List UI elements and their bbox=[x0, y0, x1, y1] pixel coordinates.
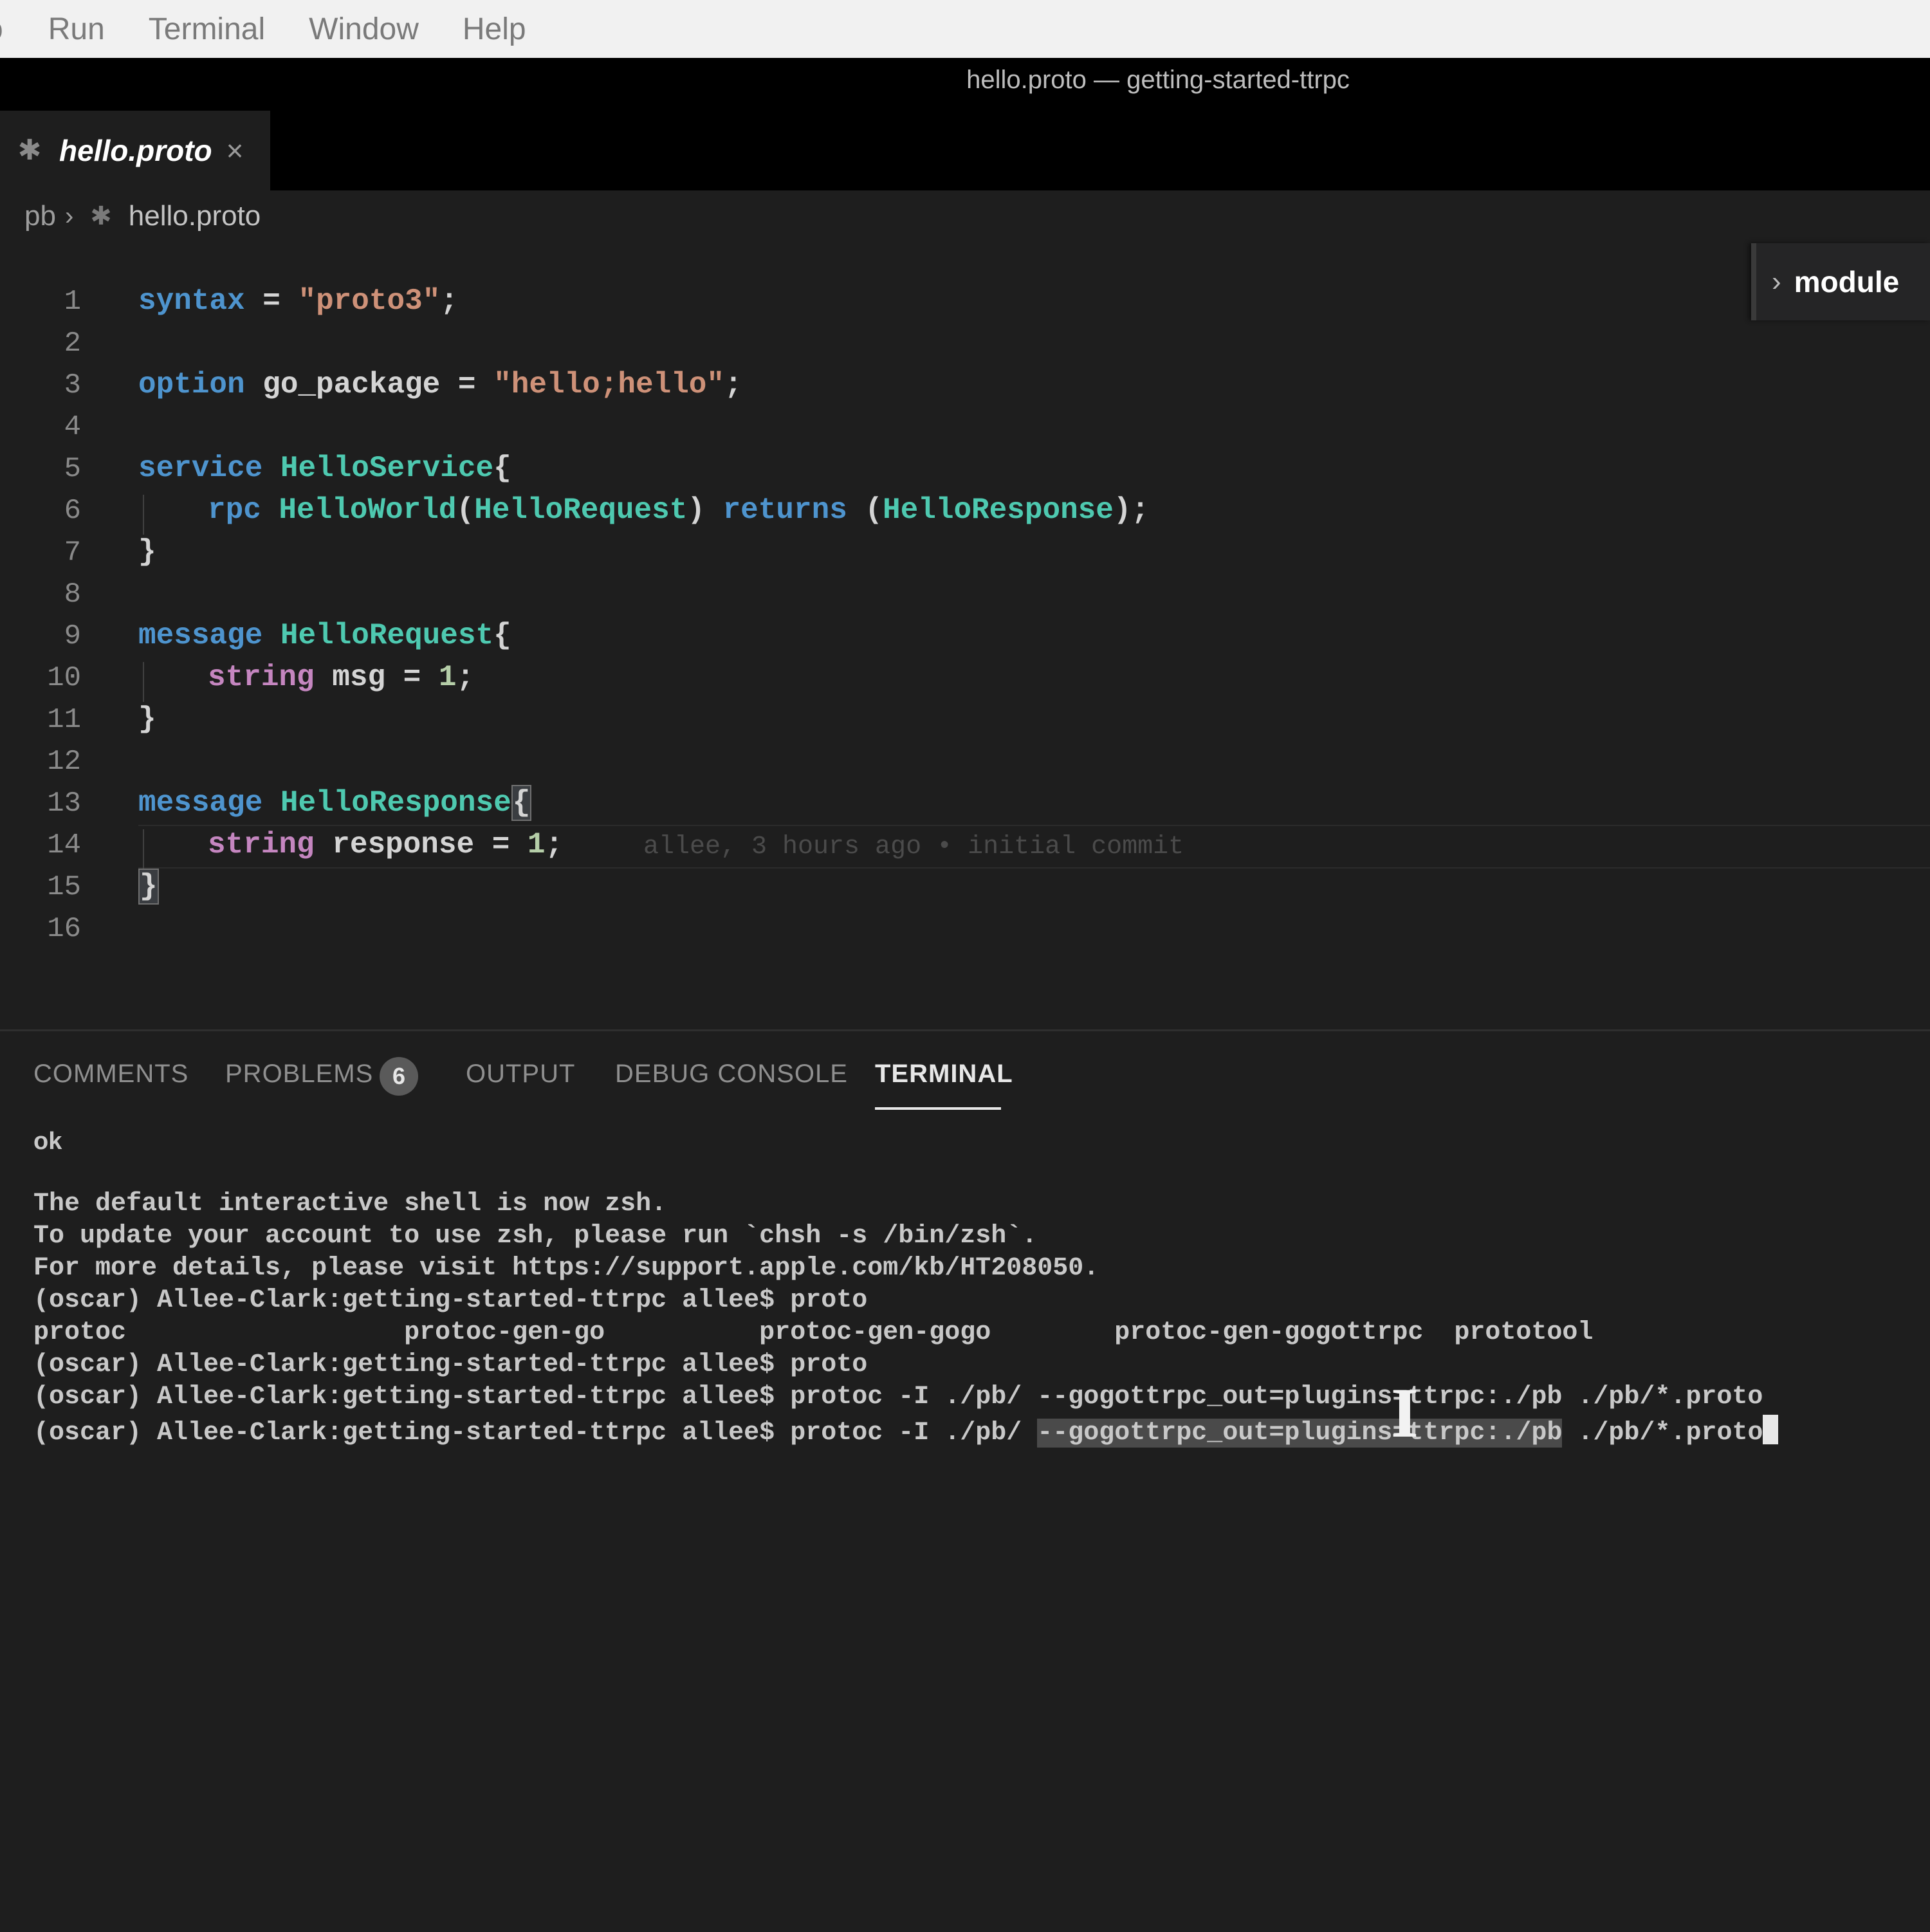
line-number: 16 bbox=[47, 913, 81, 945]
breadcrumb-folder[interactable]: pb bbox=[24, 200, 56, 232]
terminal-line: (oscar) Allee-Clark:getting-started-ttrp… bbox=[33, 1286, 868, 1315]
proto-file-icon: ✱ bbox=[90, 202, 112, 230]
line-number: 7 bbox=[64, 537, 81, 569]
active-tab-indicator bbox=[875, 1107, 1001, 1110]
indent-guide bbox=[143, 829, 144, 869]
terminal-line: To update your account to use zsh, pleas… bbox=[33, 1222, 1038, 1251]
tab-comments[interactable]: COMMENTS bbox=[33, 1060, 188, 1089]
code-line: } bbox=[138, 703, 156, 736]
terminal-line: For more details, please visit https://s… bbox=[33, 1254, 1099, 1283]
line-number: 1 bbox=[64, 286, 81, 318]
menu-window[interactable]: Window bbox=[309, 12, 419, 47]
line-number: 14 bbox=[47, 829, 81, 861]
line-number: 11 bbox=[47, 704, 81, 736]
text-cursor-icon: I bbox=[1391, 1374, 1419, 1452]
menu-bar: o Run Terminal Window Help bbox=[0, 0, 1930, 59]
tab-label: hello.proto bbox=[59, 134, 212, 167]
line-number: 5 bbox=[64, 453, 81, 485]
code-line: string msg = 1; bbox=[208, 661, 475, 694]
code-line: option go_package = "hello;hello"; bbox=[138, 368, 742, 401]
indent-guide bbox=[143, 662, 144, 702]
terminal-cursor bbox=[1763, 1415, 1779, 1444]
menu-help[interactable]: Help bbox=[463, 12, 526, 47]
git-blame-annotation: allee, 3 hours ago • initial commit bbox=[643, 833, 1184, 861]
line-number: 3 bbox=[64, 369, 81, 401]
menu-terminal[interactable]: Terminal bbox=[149, 12, 265, 47]
chevron-right-icon: › bbox=[64, 201, 74, 230]
line-number: 4 bbox=[64, 411, 81, 443]
matching-bracket: { bbox=[511, 785, 532, 821]
tab-debug-console[interactable]: DEBUG CONSOLE bbox=[615, 1060, 848, 1089]
line-number: 2 bbox=[64, 327, 81, 360]
line-number: 10 bbox=[47, 662, 81, 694]
indent-guide bbox=[143, 495, 144, 535]
line-number: 15 bbox=[47, 871, 81, 903]
bottom-panel: COMMENTS PROBLEMS 6 OUTPUT DEBUG CONSOLE… bbox=[0, 1029, 1930, 1932]
problems-count-badge: 6 bbox=[380, 1057, 418, 1096]
code-line: service HelloService{ bbox=[138, 452, 511, 485]
line-number-gutter: 1 2 3 4 5 6 7 8 9 10 11 12 13 14 15 16 bbox=[0, 242, 96, 1033]
editor-tab-bar: ✱ hello.proto × bbox=[0, 109, 1930, 190]
code-editor[interactable]: 1 2 3 4 5 6 7 8 9 10 11 12 13 14 15 16 s… bbox=[0, 242, 1930, 1033]
outline-label: module bbox=[1794, 265, 1900, 299]
code-line: rpc HelloWorld(HelloRequest) returns (He… bbox=[208, 493, 1150, 527]
tab-problems[interactable]: PROBLEMS bbox=[225, 1060, 373, 1089]
breadcrumb-file[interactable]: hello.proto bbox=[129, 200, 261, 232]
window-title-bar: hello.proto — getting-started-ttrpc bbox=[0, 58, 1930, 109]
line-number: 13 bbox=[47, 787, 81, 820]
code-line: } bbox=[138, 869, 159, 905]
outline-module-widget[interactable]: › module bbox=[1751, 243, 1930, 320]
code-line: } bbox=[138, 535, 156, 569]
code-line: string response = 1; bbox=[208, 828, 564, 861]
terminal-prompt-line[interactable]: (oscar) Allee-Clark:getting-started-ttrp… bbox=[33, 1415, 1779, 1448]
code-line: message HelloRequest{ bbox=[138, 619, 511, 652]
matching-bracket: } bbox=[138, 869, 159, 905]
terminal-status: ok bbox=[33, 1128, 62, 1155]
terminal-line: (oscar) Allee-Clark:getting-started-ttrp… bbox=[33, 1350, 868, 1379]
terminal-line: The default interactive shell is now zsh… bbox=[33, 1190, 667, 1219]
code-line: message HelloResponse{ bbox=[138, 785, 532, 821]
menu-run[interactable]: Run bbox=[48, 12, 105, 47]
tab-hello-proto[interactable]: ✱ hello.proto × bbox=[0, 111, 270, 190]
terminal-selection: --gogottrpc_out=plugins=ttrpc:./pb bbox=[1037, 1419, 1563, 1448]
tab-output[interactable]: OUTPUT bbox=[466, 1060, 575, 1089]
close-icon[interactable]: × bbox=[226, 133, 244, 168]
terminal-line: protoc protoc-gen-go protoc-gen-gogo pro… bbox=[33, 1318, 1594, 1347]
line-number: 6 bbox=[64, 495, 81, 527]
line-number: 9 bbox=[64, 620, 81, 652]
proto-file-icon: ✱ bbox=[17, 134, 42, 166]
window-title: hello.proto — getting-started-ttrpc bbox=[966, 66, 1350, 94]
tab-terminal[interactable]: TERMINAL bbox=[875, 1060, 1013, 1089]
line-number: 8 bbox=[64, 578, 81, 611]
menu-go[interactable]: o bbox=[0, 12, 3, 47]
panel-tabs: COMMENTS PROBLEMS 6 OUTPUT DEBUG CONSOLE… bbox=[0, 1031, 1930, 1115]
code-line: syntax = "proto3"; bbox=[138, 284, 458, 318]
terminal-line: (oscar) Allee-Clark:getting-started-ttrp… bbox=[33, 1383, 1763, 1412]
chevron-right-icon[interactable]: › bbox=[1772, 266, 1781, 298]
breadcrumb: pb › ✱ hello.proto bbox=[0, 190, 1930, 242]
line-number: 12 bbox=[47, 746, 81, 778]
